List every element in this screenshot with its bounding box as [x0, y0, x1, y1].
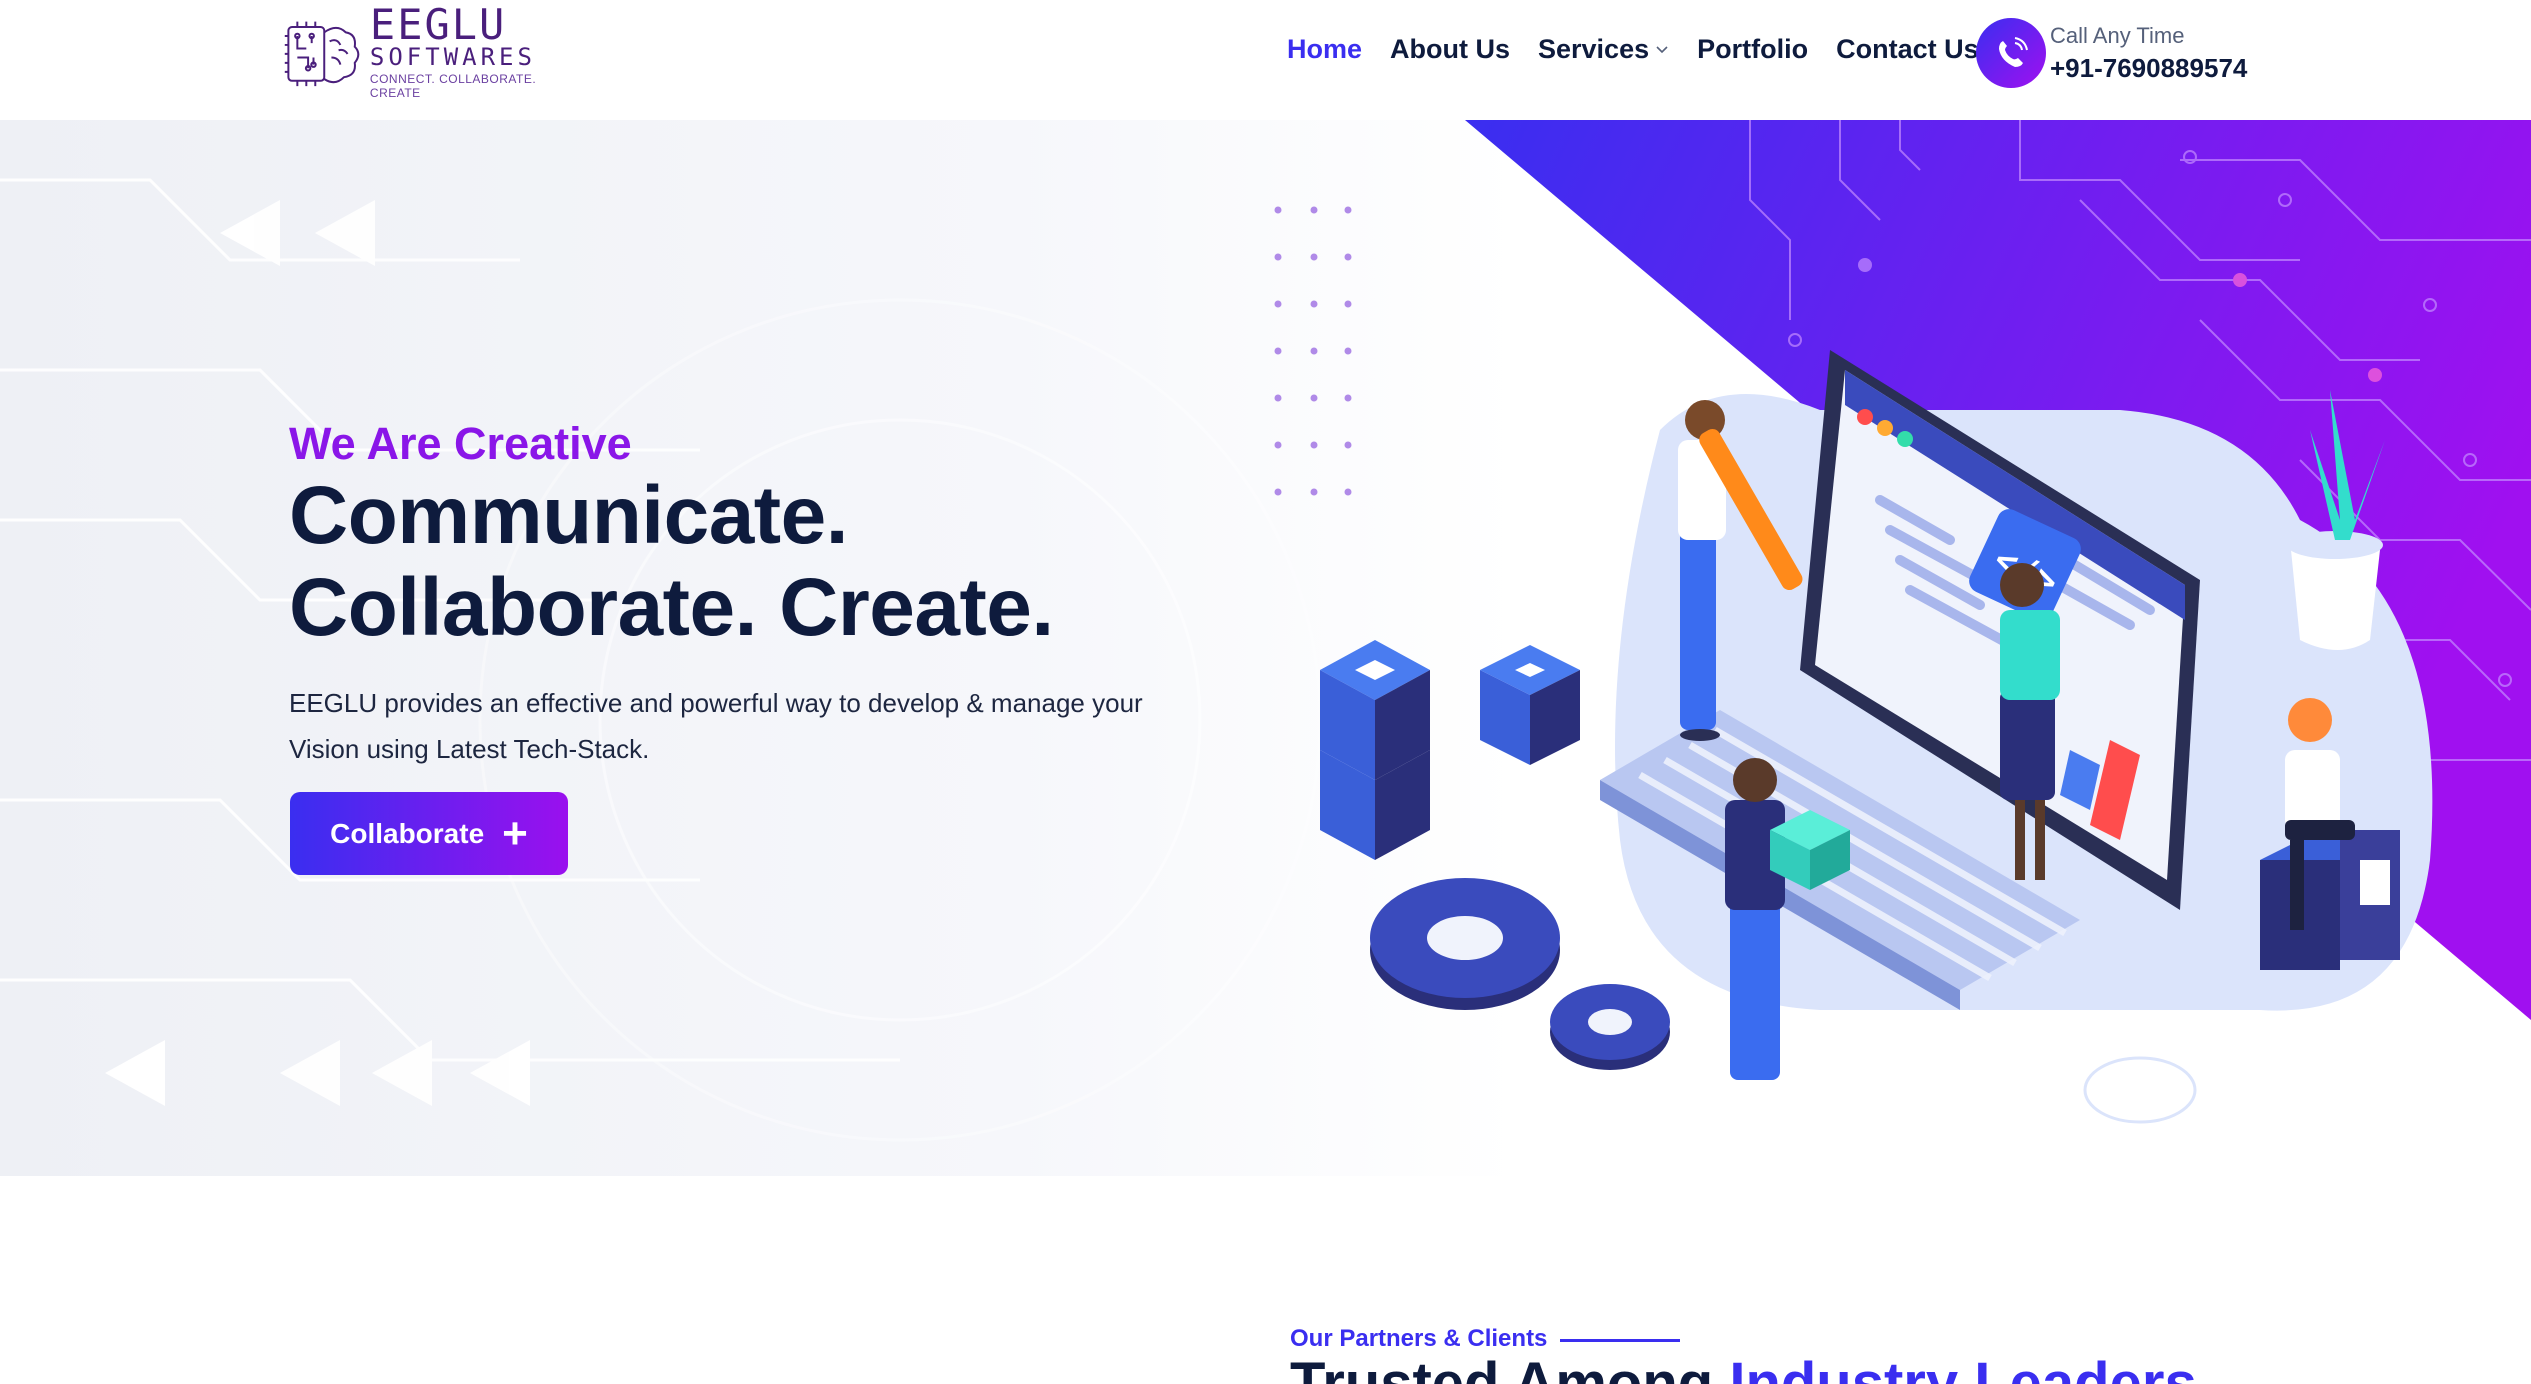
nav-services[interactable]: Services	[1538, 34, 1669, 65]
brand-sub: SOFTWARES	[369, 43, 536, 71]
hero-headline: Communicate. Collaborate. Create.	[289, 470, 1054, 654]
phone-icon[interactable]	[1976, 18, 2046, 88]
brand-tagline: CONNECT. COLLABORATE. CREATE	[369, 72, 537, 100]
hero-headline-line-2: Collaborate. Create.	[289, 562, 1054, 653]
collaborate-button-label: Collaborate	[330, 817, 485, 849]
partners-divider	[1560, 1339, 1680, 1342]
partners-heading-highlight: Industry Leaders	[1729, 1351, 2197, 1384]
partners-label: Our Partners & Clients	[1290, 1325, 1548, 1352]
hero-eyebrow: We Are Creative	[289, 418, 632, 469]
call-label: Call Any Time	[2050, 23, 2185, 48]
brand-logo[interactable]: EEGLU SOFTWARES CONNECT. COLLABORATE. CR…	[283, 0, 568, 101]
nav-contact-us[interactable]: Contact Us	[1836, 34, 1979, 65]
brand-name: EEGLU	[369, 0, 507, 49]
chevron-down-icon	[1656, 45, 1668, 53]
call-block[interactable]: Call Any Time +91-7690889574	[1976, 18, 2247, 88]
phone-glyph	[1999, 37, 2028, 67]
brand-wordmark: EEGLU SOFTWARES CONNECT. COLLABORATE. CR…	[369, 0, 568, 101]
hero-section: </>	[0, 120, 2531, 1176]
partners-heading-plain: Trusted Among	[1290, 1351, 1714, 1384]
main-nav: Home About Us Services Portfolio Contact…	[1287, 34, 2007, 65]
brain-chip-logo-icon	[284, 21, 360, 87]
call-text: Call Any Time +91-7690889574	[2050, 21, 2247, 85]
nav-home[interactable]: Home	[1287, 34, 1362, 65]
hero-headline-line-1: Communicate.	[289, 470, 848, 561]
nav-about-us[interactable]: About Us	[1390, 34, 1510, 65]
site-header: EEGLU SOFTWARES CONNECT. COLLABORATE. CR…	[0, 0, 2531, 120]
nav-services-label: Services	[1538, 34, 1650, 64]
developer-team-illustration: </>	[1320, 350, 2433, 1124]
hero-description: EEGLU provides an effective and powerful…	[289, 688, 1143, 764]
partners-heading: Trusted Among Industry Leaders	[1290, 1350, 2197, 1384]
nav-portfolio[interactable]: Portfolio	[1697, 34, 1808, 65]
plus-icon: +	[502, 808, 528, 858]
call-number[interactable]: +91-7690889574	[2050, 51, 2247, 85]
collaborate-button[interactable]: Collaborate +	[290, 792, 568, 875]
